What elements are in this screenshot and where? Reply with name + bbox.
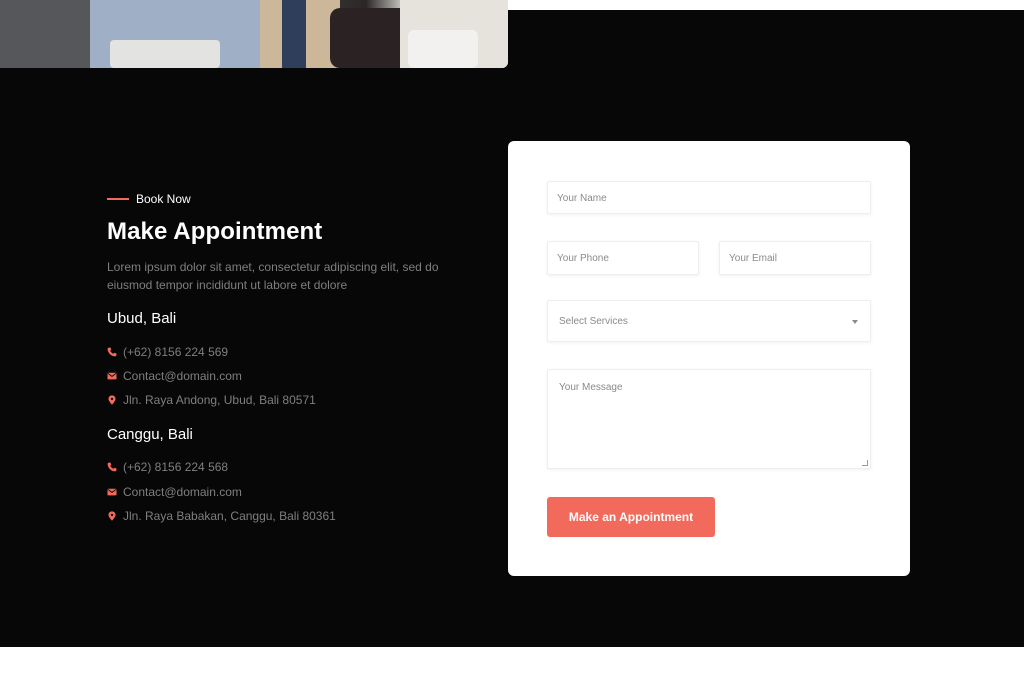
eyebrow-label: Book Now bbox=[136, 192, 191, 206]
section-description: Lorem ipsum dolor sit amet, consectetur … bbox=[107, 260, 439, 292]
phone-number[interactable]: (+62) 8156 224 568 bbox=[123, 460, 228, 474]
location-email-row: Contact@domain.com bbox=[107, 485, 242, 499]
bottom-white-band bbox=[0, 647, 1024, 676]
section-title: Make Appointment bbox=[107, 218, 323, 245]
section-eyebrow: Book Now bbox=[107, 191, 191, 207]
envelope-icon bbox=[107, 487, 117, 497]
phone-input[interactable]: Your Phone bbox=[547, 241, 699, 275]
name-input[interactable]: Your Name bbox=[547, 181, 871, 214]
message-textarea[interactable]: Your Message bbox=[547, 369, 871, 469]
email-address[interactable]: Contact@domain.com bbox=[123, 485, 242, 499]
location-address-row: Jln. Raya Babakan, Canggu, Bali 80361 bbox=[107, 509, 336, 523]
map-pin-icon bbox=[107, 511, 117, 521]
chevron-down-icon bbox=[852, 320, 858, 324]
phone-number[interactable]: (+62) 8156 224 569 bbox=[123, 345, 228, 359]
email-placeholder: Your Email bbox=[729, 253, 777, 264]
email-input[interactable]: Your Email bbox=[719, 241, 871, 275]
services-select[interactable]: Select Services bbox=[547, 300, 871, 342]
envelope-icon bbox=[107, 371, 117, 381]
location-phone-row: (+62) 8156 224 569 bbox=[107, 345, 228, 359]
email-address[interactable]: Contact@domain.com bbox=[123, 369, 242, 383]
phone-icon bbox=[107, 462, 117, 472]
location-city: Ubud, Bali bbox=[107, 310, 177, 327]
name-placeholder: Your Name bbox=[557, 193, 607, 204]
street-address: Jln. Raya Andong, Ubud, Bali 80571 bbox=[123, 393, 316, 407]
phone-placeholder: Your Phone bbox=[557, 253, 609, 264]
location-address-row: Jln. Raya Andong, Ubud, Bali 80571 bbox=[107, 393, 316, 407]
location-phone-row: (+62) 8156 224 568 bbox=[107, 460, 228, 474]
make-appointment-button[interactable]: Make an Appointment bbox=[547, 497, 715, 537]
phone-icon bbox=[107, 347, 117, 357]
street-address: Jln. Raya Babakan, Canggu, Bali 80361 bbox=[123, 509, 336, 523]
message-placeholder: Your Message bbox=[559, 382, 623, 393]
resize-handle-icon[interactable] bbox=[862, 460, 868, 466]
location-email-row: Contact@domain.com bbox=[107, 369, 242, 383]
map-pin-icon bbox=[107, 395, 117, 405]
hero-photo bbox=[0, 0, 508, 68]
services-placeholder: Select Services bbox=[559, 316, 628, 327]
location-city: Canggu, Bali bbox=[107, 426, 193, 443]
eyebrow-accent-line bbox=[107, 198, 129, 200]
